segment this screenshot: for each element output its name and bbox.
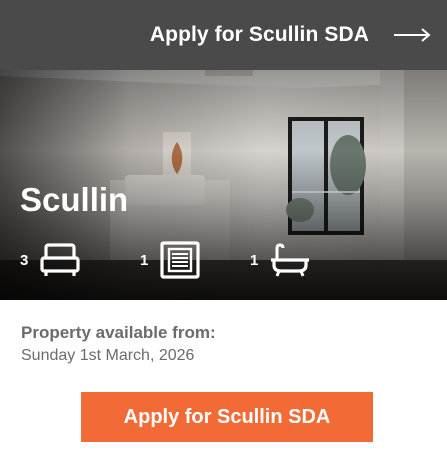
apply-button[interactable]: Apply for Scullin SDA <box>81 392 373 442</box>
availability-date: Sunday 1st March, 2026 <box>21 347 195 364</box>
bathtub-icon <box>271 243 310 277</box>
feature-bedrooms: 3 <box>20 242 140 278</box>
storage-count: 1 <box>140 251 149 269</box>
bedroom-count: 3 <box>20 251 29 269</box>
bathroom-count: 1 <box>250 251 259 269</box>
feature-storage: 1 <box>140 241 250 279</box>
property-title: Scullin <box>20 181 129 218</box>
property-hero: Scullin 3 1 1 <box>0 70 447 300</box>
feature-bathrooms: 1 <box>250 243 330 277</box>
bed-icon <box>40 243 80 276</box>
availability-label: Property available from: <box>21 323 216 342</box>
wardrobe-icon <box>160 241 200 279</box>
top-apply-label: Apply for Scullin SDA <box>149 23 369 46</box>
arrow-right-icon <box>394 28 431 42</box>
top-apply-link[interactable]: Apply for Scullin SDA <box>0 0 447 70</box>
availability-details: Property available from: Sunday 1st Marc… <box>21 322 216 367</box>
property-features: 3 1 1 <box>20 240 330 280</box>
